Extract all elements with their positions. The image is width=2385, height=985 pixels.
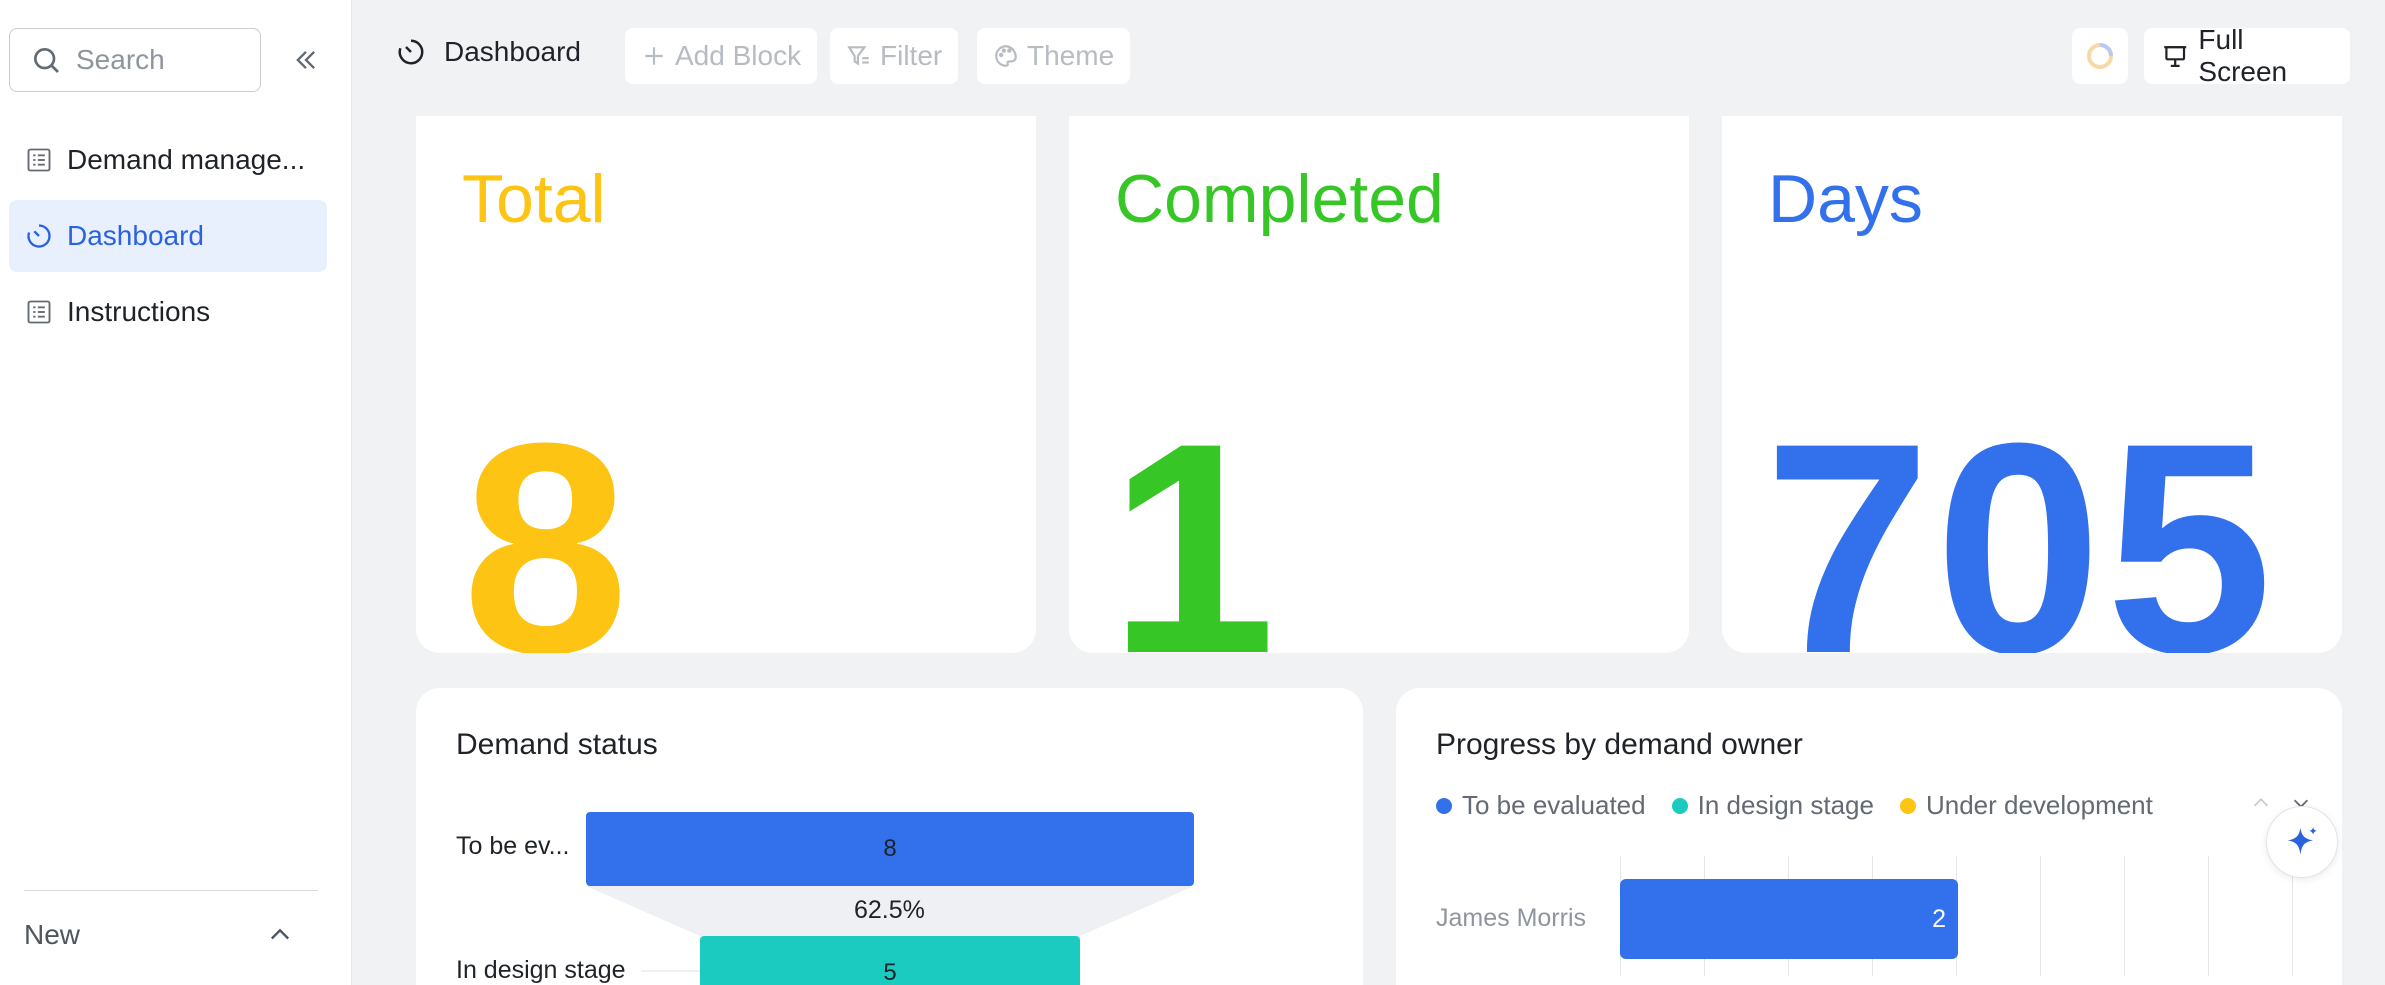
search-box[interactable] (9, 28, 261, 92)
chart-legend: To be evaluated In design stage Under de… (1436, 790, 2153, 821)
filter-icon (847, 46, 869, 66)
dashboard-icon (398, 39, 424, 65)
sidebar: Demand manage... Dashboard Instructions … (0, 0, 352, 985)
collapse-sidebar-button[interactable] (286, 38, 326, 82)
stat-card-days[interactable]: Days 705 (1722, 116, 2342, 653)
legend-dot (1436, 797, 1452, 814)
page-title: Dashboard (396, 36, 581, 68)
page-title-text: Dashboard (444, 36, 581, 67)
stat-title: Total (462, 161, 606, 237)
legend-label: In design stage (1697, 790, 1874, 820)
funnel-bar-value: 8 (883, 835, 897, 862)
chart-gridline (2124, 856, 2125, 976)
funnel-bar-in-design-stage[interactable]: 5 (700, 936, 1080, 985)
table-icon (27, 148, 51, 172)
sidebar-item-dashboard[interactable]: Dashboard (9, 200, 327, 272)
palette-icon (995, 45, 1017, 67)
ai-assistant-button[interactable] (2266, 806, 2338, 878)
stat-card-completed[interactable]: Completed 1 (1069, 116, 1689, 653)
presentation-icon (2164, 46, 2187, 68)
toolbar: Dashboard Add Block Filter Theme Full Sc… (352, 0, 2385, 114)
theme-label: Theme (1027, 40, 1115, 71)
funnel-bar-value: 5 (883, 959, 897, 985)
filter-button[interactable]: Filter (830, 28, 959, 84)
plus-icon (645, 47, 663, 65)
loading-indicator (2072, 28, 2128, 84)
sidebar-item-instructions[interactable]: Instructions (9, 276, 327, 348)
loading-ring-icon (2087, 43, 2113, 69)
demand-status-panel[interactable]: Demand status To be ev... 8 62.5% In des… (416, 688, 1363, 985)
sidebar-item-demand-management[interactable]: Demand manage... (9, 124, 327, 196)
chevron-up-icon (271, 928, 289, 940)
add-block-button[interactable]: Add Block (625, 28, 818, 84)
legend-item[interactable]: Under development (1899, 790, 2153, 821)
owner-bar-value: 2 (1932, 904, 1946, 933)
chevron-up-icon[interactable] (2250, 792, 2272, 814)
sparkle-icon (2287, 826, 2318, 855)
stat-card-total[interactable]: Total 8 (416, 116, 1036, 653)
legend-item[interactable]: In design stage (1671, 790, 1874, 821)
sidebar-item-label: Dashboard (67, 220, 204, 251)
legend-dot (1899, 797, 1916, 814)
add-block-label: Add Block (675, 40, 802, 71)
funnel-conversion-rate: 62.5% (854, 896, 925, 924)
stat-value: 705 (1764, 380, 2277, 653)
dashboard-icon (27, 224, 51, 248)
new-label: New (24, 919, 81, 950)
full-screen-label: Full Screen (2198, 24, 2288, 87)
dashboard-app: Demand manage... Dashboard Instructions … (0, 0, 2385, 985)
progress-by-owner-panel[interactable]: Progress by demand owner To be evaluated… (1396, 688, 2342, 985)
funnel-stage-label: In design stage (456, 956, 626, 984)
new-button[interactable]: New (0, 900, 352, 970)
filter-label: Filter (880, 40, 943, 71)
legend-item[interactable]: To be evaluated (1436, 790, 1646, 821)
legend-dot (1671, 797, 1688, 814)
search-input[interactable] (76, 44, 246, 76)
panel-title: Progress by demand owner (1436, 728, 1803, 761)
stat-title: Completed (1115, 161, 1444, 237)
stat-value: 8 (462, 380, 633, 653)
table-icon (27, 300, 51, 324)
stat-value: 1 (1109, 380, 1280, 653)
sidebar-item-label: Instructions (67, 296, 211, 327)
sidebar-item-label: Demand manage... (67, 144, 306, 175)
theme-button[interactable]: Theme (977, 28, 1131, 84)
owner-bar[interactable]: 2 (1620, 879, 1958, 959)
funnel-bar-to-be-evaluated[interactable]: 8 (586, 812, 1194, 886)
sidebar-divider (24, 890, 318, 891)
search-icon (34, 48, 59, 73)
owner-label: James Morris (1436, 904, 1587, 932)
double-chevron-left-icon (296, 51, 315, 69)
chart-gridline (2208, 856, 2209, 976)
stat-title: Days (1768, 161, 1923, 237)
funnel-stage-label: To be ev... (456, 832, 570, 860)
legend-label: Under development (1925, 790, 2153, 820)
chart-gridline (2040, 856, 2041, 976)
full-screen-button[interactable]: Full Screen (2144, 24, 2350, 87)
legend-label: To be evaluated (1462, 790, 1646, 820)
